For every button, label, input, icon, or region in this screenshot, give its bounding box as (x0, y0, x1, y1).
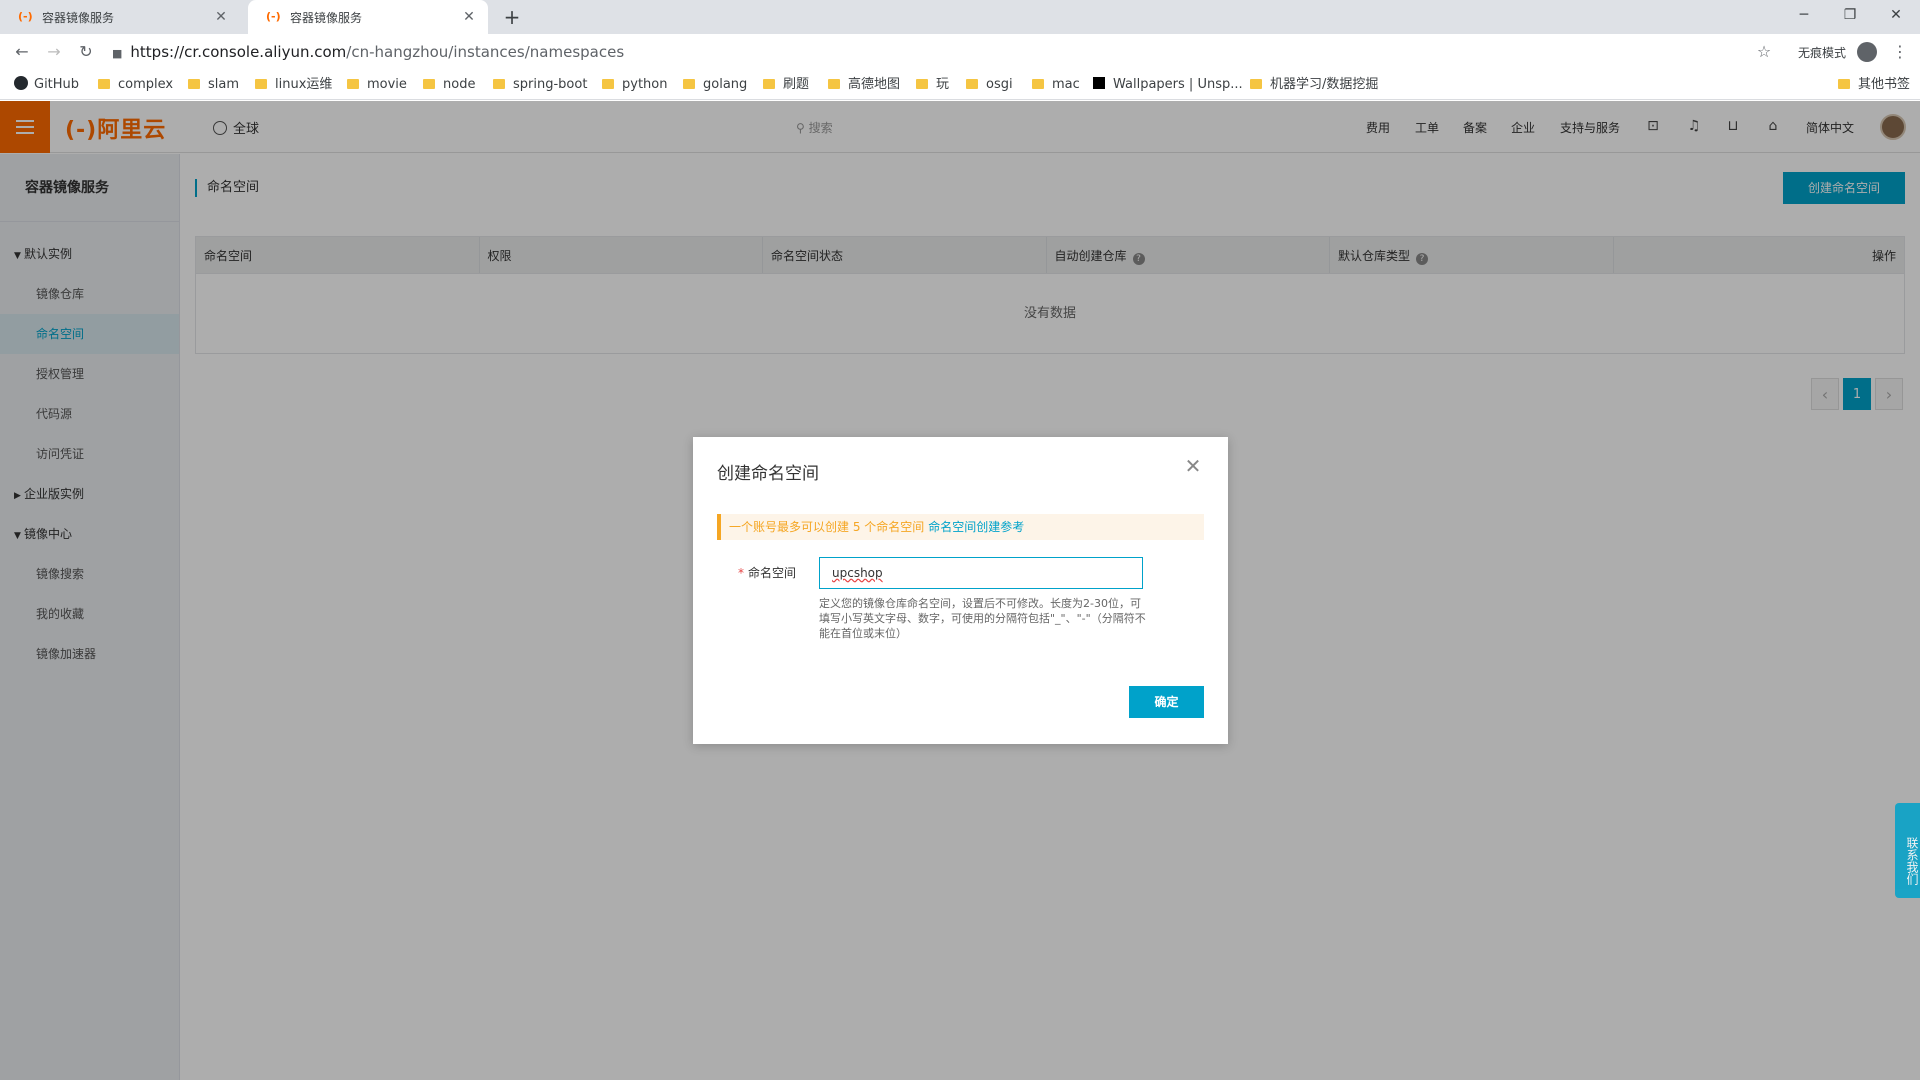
lock-icon: ■ (112, 47, 123, 60)
bookmark-label: 高德地图 (848, 77, 901, 92)
browser-tab[interactable]: (-) 容器镜像服务 ✕ (0, 0, 240, 34)
bookmark-item[interactable]: GitHub (14, 76, 79, 94)
close-window-icon[interactable]: ✕ (1873, 0, 1919, 30)
unsplash-icon (1093, 77, 1105, 89)
restore-icon[interactable]: ❐ (1827, 0, 1873, 30)
bookmark-item[interactable]: 机器学习/数据挖掘 (1250, 76, 1378, 94)
dialog-title: 创建命名空间 (717, 464, 819, 484)
quota-notice: 一个账号最多可以创建 5 个命名空间 命名空间创建参考 (717, 514, 1204, 540)
bookmark-item[interactable]: 刷题 (763, 76, 809, 94)
contact-us-button[interactable]: 联系我们 (1895, 803, 1920, 898)
bookmark-label: Wallpapers | Unsp... (1113, 77, 1243, 92)
bookmark-item[interactable]: golang (683, 76, 747, 94)
folder-icon (1838, 79, 1850, 89)
bookmarks-bar: GitHub complex slam linux运维 movie node s… (0, 70, 1920, 100)
bookmark-item[interactable]: osgi (966, 76, 1013, 94)
bookmark-label: slam (208, 77, 240, 92)
confirm-button[interactable]: 确定 (1129, 686, 1204, 718)
close-icon[interactable]: ✕ (1183, 456, 1203, 476)
github-icon (14, 76, 28, 90)
back-icon[interactable]: ← (10, 40, 34, 64)
bookmark-item[interactable]: complex (98, 76, 173, 94)
create-namespace-dialog: 创建命名空间 ✕ 一个账号最多可以创建 5 个命名空间 命名空间创建参考 * 命名空… (693, 437, 1228, 744)
bookmark-item[interactable]: python (602, 76, 667, 94)
required-marker: * (738, 566, 744, 580)
folder-icon (347, 79, 359, 89)
aliyun-icon: (-) (266, 10, 281, 23)
url-path: /cn-hangzhou/instances/namespaces (346, 43, 625, 61)
bookmark-label: mac (1052, 77, 1080, 92)
bookmark-label: 其他书签 (1858, 77, 1911, 92)
url-field[interactable]: ■ https://cr.console.aliyun.com/cn-hangzh… (112, 41, 624, 63)
bookmark-item[interactable]: 玩 (916, 76, 949, 94)
namespace-input[interactable]: upcshop (819, 557, 1143, 589)
minimize-icon[interactable]: ─ (1781, 0, 1827, 30)
close-tab-icon[interactable]: ✕ (460, 9, 478, 25)
incognito-icon[interactable] (1857, 42, 1877, 62)
folder-icon (602, 79, 614, 89)
bookmark-label: node (443, 77, 476, 92)
bookmark-item[interactable]: 高德地图 (828, 76, 900, 94)
folder-icon (763, 79, 775, 89)
folder-icon (916, 79, 928, 89)
bookmark-label: movie (367, 77, 407, 92)
url-host: https://cr.console.aliyun.com (130, 43, 347, 61)
folder-icon (1250, 79, 1262, 89)
bookmark-item[interactable]: 其他书签 (1838, 76, 1910, 94)
folder-icon (255, 79, 267, 89)
folder-icon (423, 79, 435, 89)
browser-tab-bar: (-) 容器镜像服务 ✕ (-) 容器镜像服务 ✕ + ─ ❐ ✕ (0, 0, 1920, 34)
bookmark-label: 机器学习/数据挖掘 (1270, 77, 1379, 92)
incognito-label: 无痕模式 (1798, 46, 1847, 60)
namespace-guide-link[interactable]: 命名空间创建参考 (928, 520, 1024, 534)
bookmark-label: osgi (986, 77, 1013, 92)
bookmark-item[interactable]: Wallpapers | Unsp... (1093, 76, 1243, 94)
bookmark-label: golang (703, 77, 748, 92)
bookmark-item[interactable]: movie (347, 76, 407, 94)
bookmark-label: 玩 (936, 77, 950, 92)
tab-title: 容器镜像服务 (42, 10, 115, 25)
folder-icon (98, 79, 110, 89)
namespace-help-text: 定义您的镜像仓库命名空间，设置后不可修改。长度为2-30位，可填写小写英文字母、… (819, 597, 1146, 640)
field-label-text: 命名空间 (748, 566, 797, 580)
notice-text: 一个账号最多可以创建 5 个命名空间 (729, 520, 925, 534)
bookmark-label: linux运维 (275, 77, 333, 92)
tab-title: 容器镜像服务 (290, 10, 363, 25)
bookmark-star-icon[interactable]: ☆ (1752, 40, 1776, 64)
bookmark-label: GitHub (34, 77, 80, 92)
bookmark-label: 刷题 (783, 77, 810, 92)
bookmark-item[interactable]: linux运维 (255, 76, 332, 94)
folder-icon (828, 79, 840, 89)
browser-tab-active[interactable]: (-) 容器镜像服务 ✕ (248, 0, 488, 34)
namespace-field-label: * 命名空间 (738, 564, 796, 581)
bookmark-item[interactable]: slam (188, 76, 239, 94)
close-tab-icon[interactable]: ✕ (212, 9, 230, 25)
bookmark-label: complex (118, 77, 174, 92)
new-tab-icon[interactable]: + (500, 5, 524, 29)
folder-icon (1032, 79, 1044, 89)
bookmark-item[interactable]: mac (1032, 76, 1080, 94)
bookmark-label: spring-boot (513, 77, 588, 92)
address-bar: ← → ↻ ■ https://cr.console.aliyun.com/cn-… (0, 34, 1920, 70)
folder-icon (493, 79, 505, 89)
bookmark-label: python (622, 77, 668, 92)
folder-icon (188, 79, 200, 89)
bookmark-item[interactable]: node (423, 76, 475, 94)
reload-icon[interactable]: ↻ (74, 40, 98, 64)
namespace-input-value: upcshop (832, 566, 883, 580)
folder-icon (683, 79, 695, 89)
menu-kebab-icon[interactable]: ⋮ (1890, 40, 1910, 64)
bookmark-item[interactable]: spring-boot (493, 76, 587, 94)
folder-icon (966, 79, 978, 89)
aliyun-icon: (-) (18, 10, 33, 23)
forward-icon[interactable]: → (42, 40, 66, 64)
